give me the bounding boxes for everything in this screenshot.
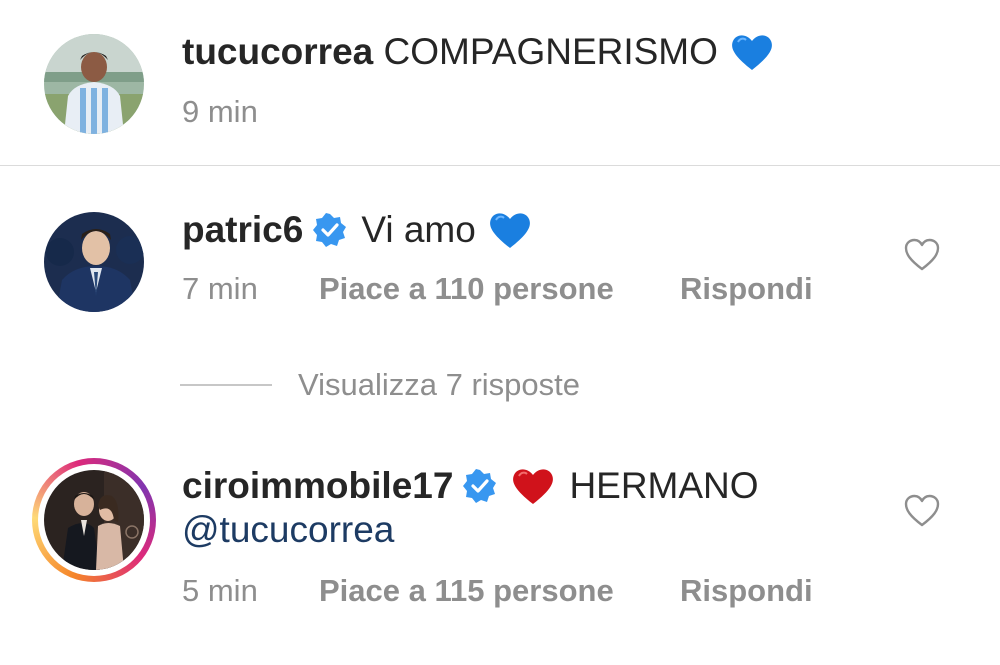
replies-divider-line [180,384,272,386]
divider [0,165,1000,166]
avatar-story-ring[interactable] [32,458,156,582]
username[interactable]: ciroimmobile17 [182,464,453,508]
reply-button[interactable]: Rispondi [680,270,813,308]
heart-outline-icon[interactable] [904,238,940,272]
view-replies-button[interactable]: Visualizza 7 risposte [180,366,580,404]
comment-time: 9 min [182,94,258,129]
verified-badge-icon [313,213,347,247]
likes-count-link[interactable]: Piace a 110 persone [319,270,614,308]
comment-text: COMPAGNERISMO [383,31,718,72]
likes-count-link[interactable]: Piace a 115 persone [319,572,614,610]
avatar[interactable] [44,212,144,312]
view-replies-label: Visualizza 7 risposte [298,367,581,402]
blue-heart-emoji-icon [489,213,530,248]
comment-time: 5 min [182,573,258,608]
verified-badge-icon [463,469,497,503]
avatar[interactable] [44,34,144,134]
red-heart-emoji-icon [513,469,554,504]
mention-link[interactable]: @tucucorrea [182,508,394,552]
comment-text: Vi amo [361,209,476,250]
reply-button[interactable]: Rispondi [680,572,813,610]
comment-text: HERMANO [569,465,759,506]
blue-heart-emoji-icon [732,35,772,70]
comment-time: 7 min [182,271,258,306]
username[interactable]: tucucorrea [182,30,373,74]
username[interactable]: patric6 [182,208,303,252]
heart-outline-icon[interactable] [904,494,940,528]
